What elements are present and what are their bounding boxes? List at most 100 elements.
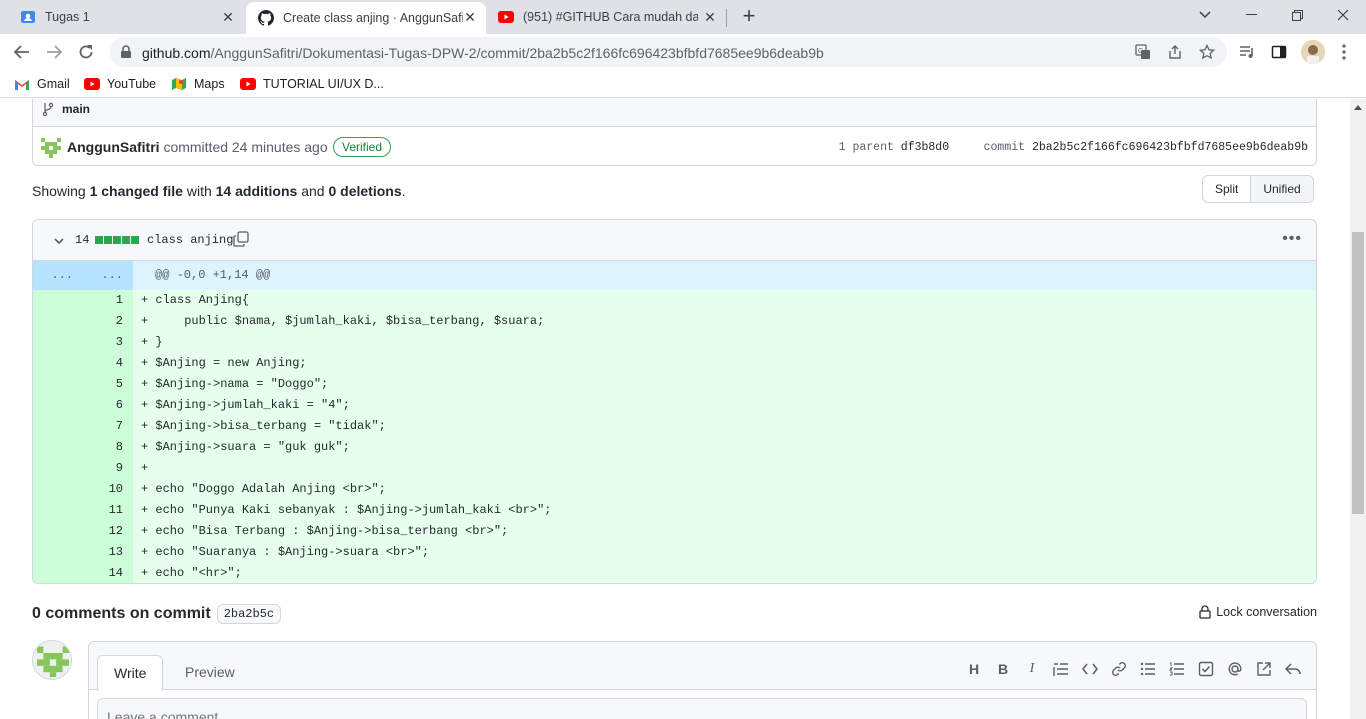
chrome-menu-icon[interactable] bbox=[1332, 40, 1356, 64]
maps-icon bbox=[171, 77, 187, 91]
code-text: + $Anjing->suara = "guk guk"; bbox=[141, 440, 350, 454]
line-number[interactable]: 2 bbox=[83, 311, 133, 332]
task-list-icon[interactable] bbox=[1197, 660, 1215, 678]
browser-tab-tugas[interactable]: Tugas 1 ✕ bbox=[8, 0, 244, 34]
github-commit-page: main AnggunSafitri committed 24 minutes … bbox=[0, 99, 1350, 719]
commit-details-box: main AnggunSafitri committed 24 minutes … bbox=[32, 99, 1317, 166]
close-tab-icon[interactable]: ✕ bbox=[462, 9, 478, 25]
svg-text:G: G bbox=[1138, 48, 1143, 55]
unified-view-button[interactable]: Unified bbox=[1250, 176, 1313, 202]
url-text[interactable]: github.com/AnggunSafitri/Dokumentasi-Tug… bbox=[142, 45, 824, 61]
line-number[interactable]: 12 bbox=[83, 521, 133, 542]
copy-icon[interactable] bbox=[233, 231, 249, 252]
address-bar[interactable]: github.com/AnggunSafitri/Dokumentasi-Tug… bbox=[110, 37, 1227, 67]
line-number[interactable]: 14 bbox=[83, 563, 133, 583]
diff-view-toggle: Split Unified bbox=[1202, 175, 1314, 203]
diff-line: 8 + $Anjing->suara = "guk guk"; bbox=[33, 437, 1316, 458]
code-icon[interactable] bbox=[1081, 660, 1099, 678]
scrollbar-thumb[interactable] bbox=[1352, 232, 1364, 514]
line-number[interactable]: 1 bbox=[83, 290, 133, 311]
side-panel-icon[interactable] bbox=[1267, 40, 1291, 64]
diff-line: 7 + $Anjing->bisa_terbang = "tidak"; bbox=[33, 416, 1316, 437]
new-tab-button[interactable]: + bbox=[737, 5, 761, 29]
link-icon[interactable] bbox=[1110, 660, 1128, 678]
tab-separator bbox=[726, 9, 727, 27]
line-number[interactable]: 6 bbox=[83, 395, 133, 416]
line-number[interactable]: 9 bbox=[83, 458, 133, 479]
browser-tab-github[interactable]: Create class anjing · AnggunSafitr ✕ bbox=[246, 2, 486, 34]
branch-link[interactable]: main bbox=[42, 102, 90, 116]
author-link[interactable]: AnggunSafitri bbox=[67, 139, 160, 155]
kebab-menu-icon[interactable]: ••• bbox=[1282, 230, 1302, 248]
verified-badge[interactable]: Verified bbox=[333, 137, 392, 157]
browser-tab-youtube[interactable]: (951) #GITHUB Cara mudah dan ✕ bbox=[486, 0, 726, 34]
back-icon[interactable] bbox=[10, 40, 34, 64]
scroll-up-arrow[interactable] bbox=[1354, 105, 1362, 110]
bookmark-youtube[interactable]: YouTube bbox=[84, 75, 156, 93]
line-number[interactable]: 3 bbox=[83, 332, 133, 353]
page-scrollbar[interactable] bbox=[1350, 99, 1366, 719]
code-text: + bbox=[141, 461, 149, 475]
youtube-icon bbox=[240, 77, 256, 91]
line-number[interactable]: 10 bbox=[83, 479, 133, 500]
restore-icon[interactable] bbox=[1274, 0, 1320, 30]
gmail-icon bbox=[14, 77, 30, 91]
heading-icon[interactable]: H bbox=[965, 660, 983, 678]
expand-up-button[interactable]: ... bbox=[33, 261, 83, 290]
line-number[interactable]: 11 bbox=[83, 500, 133, 521]
lock-conversation-button[interactable]: Lock conversation bbox=[1199, 605, 1317, 619]
bookmark-tutorial[interactable]: TUTORIAL UI/UX D... bbox=[240, 75, 384, 93]
editor-header: Write Preview H B I bbox=[89, 642, 1316, 691]
mention-icon[interactable] bbox=[1226, 660, 1244, 678]
media-control-icon[interactable] bbox=[1235, 40, 1259, 64]
bold-icon[interactable]: B bbox=[994, 660, 1012, 678]
file-name-link[interactable]: class anjing bbox=[147, 233, 233, 247]
close-tab-icon[interactable]: ✕ bbox=[702, 9, 718, 25]
italic-icon[interactable]: I bbox=[1023, 660, 1041, 678]
line-number[interactable]: 7 bbox=[83, 416, 133, 437]
tab-search-icon[interactable] bbox=[1182, 0, 1228, 30]
quote-icon[interactable] bbox=[1052, 660, 1070, 678]
reload-icon[interactable] bbox=[74, 40, 98, 64]
ordered-list-icon[interactable] bbox=[1168, 660, 1186, 678]
chevron-down-icon[interactable] bbox=[53, 234, 65, 252]
markdown-toolbar: H B I bbox=[965, 660, 1302, 678]
bookmark-star-icon[interactable] bbox=[1198, 43, 1216, 61]
close-window-icon[interactable] bbox=[1320, 0, 1366, 30]
diff-line: 5 + $Anjing->nama = "Doggo"; bbox=[33, 374, 1316, 395]
git-branch-icon bbox=[42, 102, 54, 116]
bookmark-maps[interactable]: Maps bbox=[171, 75, 225, 93]
diff-line: 3 + } bbox=[33, 332, 1316, 353]
split-view-button[interactable]: Split bbox=[1203, 176, 1250, 202]
profile-avatar[interactable] bbox=[1301, 40, 1325, 64]
file-change-count: 14 bbox=[75, 233, 90, 247]
minimize-icon[interactable] bbox=[1228, 0, 1274, 30]
bookmarks-bar: Gmail YouTube Maps TUTORIAL UI/UX D... bbox=[0, 70, 1366, 98]
lock-icon[interactable] bbox=[120, 45, 132, 64]
reply-icon[interactable] bbox=[1284, 660, 1302, 678]
user-avatar[interactable] bbox=[32, 640, 72, 680]
tab-preview[interactable]: Preview bbox=[169, 655, 251, 691]
diffstat-bar bbox=[95, 236, 139, 244]
changed-files-count[interactable]: 1 changed file bbox=[90, 183, 183, 199]
author-avatar[interactable] bbox=[41, 138, 61, 158]
forward-icon[interactable] bbox=[42, 40, 66, 64]
line-number[interactable]: 13 bbox=[83, 542, 133, 563]
expand-down-button[interactable]: ... bbox=[83, 261, 133, 290]
line-number[interactable]: 8 bbox=[83, 437, 133, 458]
line-number[interactable]: 4 bbox=[83, 353, 133, 374]
code-text: + $Anjing->jumlah_kaki = "4"; bbox=[141, 398, 350, 412]
bookmark-gmail[interactable]: Gmail bbox=[14, 75, 70, 93]
diff-line: 11 + echo "Punya Kaki sebanyak : $Anjing-… bbox=[33, 500, 1316, 521]
share-icon[interactable] bbox=[1166, 43, 1184, 61]
parent-sha-link[interactable]: df3b8d0 bbox=[901, 141, 949, 154]
cross-reference-icon[interactable] bbox=[1255, 660, 1273, 678]
tab-write[interactable]: Write bbox=[97, 655, 164, 691]
comment-textarea[interactable]: Leave a comment bbox=[97, 698, 1307, 719]
line-number[interactable]: 5 bbox=[83, 374, 133, 395]
close-tab-icon[interactable]: ✕ bbox=[220, 9, 236, 25]
translate-icon[interactable]: G bbox=[1134, 43, 1152, 61]
diff-line: 13 + echo "Suaranya : $Anjing->suara <br>… bbox=[33, 542, 1316, 563]
unordered-list-icon[interactable] bbox=[1139, 660, 1157, 678]
contacts-icon bbox=[20, 9, 36, 25]
